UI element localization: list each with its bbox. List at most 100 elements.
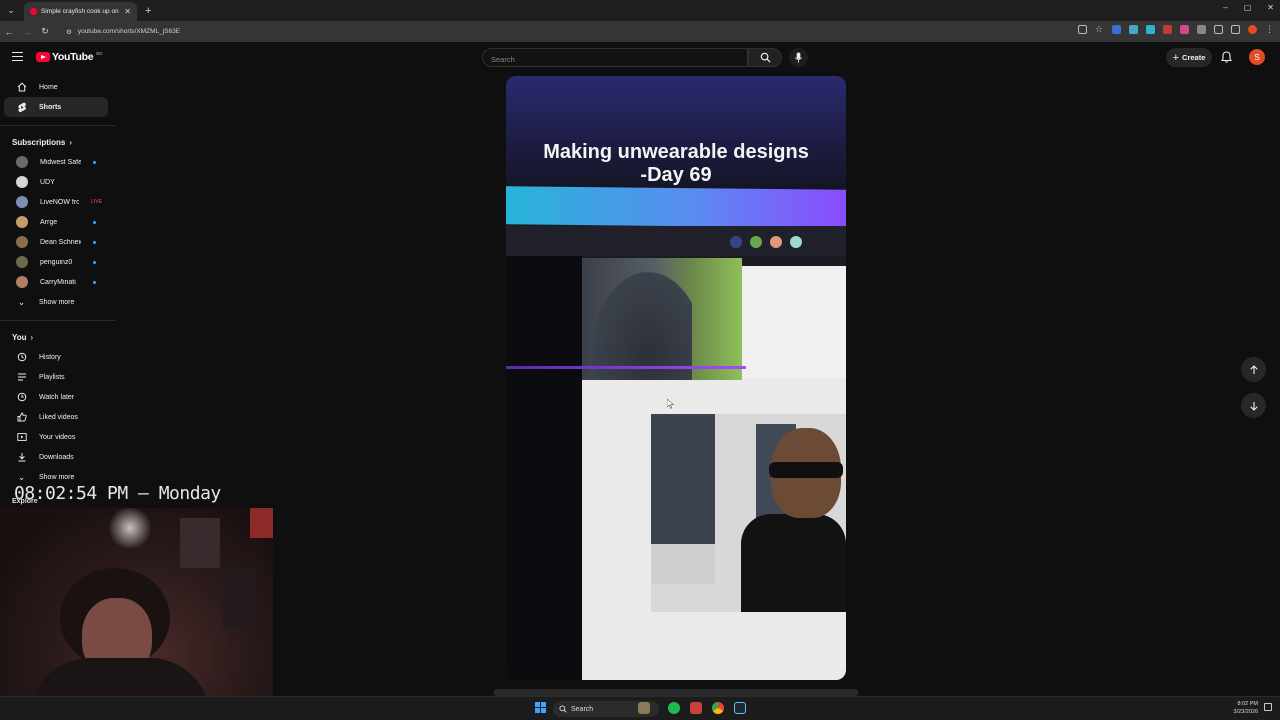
forward-arrow-icon[interactable]: → [18, 27, 36, 37]
bookmark-star-icon[interactable]: ☆ [1095, 25, 1104, 34]
sidebar-item-history[interactable]: History [4, 347, 108, 367]
search-box [482, 48, 748, 68]
new-tab-icon[interactable]: + [145, 5, 151, 17]
youtube-logo[interactable]: YouTube BD [36, 51, 103, 63]
chevron-down-icon: ⌄ [17, 296, 26, 307]
create-button[interactable]: + Create [1166, 48, 1212, 67]
notification-center-icon[interactable] [1264, 703, 1272, 711]
show-more-subscriptions-button[interactable]: ⌄ Show more [4, 292, 108, 312]
back-arrow-icon[interactable]: ← [0, 27, 18, 37]
extension-teal-icon[interactable] [1129, 25, 1138, 34]
windows-start-icon[interactable] [535, 702, 546, 713]
menu-dots-icon[interactable]: ⋮ [1265, 25, 1274, 34]
window-controls: – ▢ ✕ [1223, 3, 1274, 12]
page-scrollbar[interactable] [494, 689, 858, 696]
sidebar-item-playlists[interactable]: Playlists [4, 367, 108, 387]
browser-tab-bar: ⌄ Simple crayfish cook up on ✕ + – ▢ ✕ [0, 0, 1280, 21]
youtube-header: YouTube BD + Create S [0, 42, 1280, 72]
subscriptions-heading[interactable]: Subscriptions › [0, 132, 116, 152]
voice-search-button[interactable] [789, 48, 808, 67]
address-bar[interactable]: ⚙ youtube.com/shorts/XMZML_jS63E [60, 24, 1090, 39]
profile-icon[interactable] [1248, 25, 1257, 34]
tab-close-icon[interactable]: ✕ [124, 7, 131, 16]
sidebar-item-liked-videos[interactable]: Liked videos [4, 407, 108, 427]
maximize-button[interactable]: ▢ [1244, 3, 1252, 12]
taskbar-clock[interactable]: 8:02 PM 3/23/2026 [1234, 700, 1258, 716]
video-editor-header-bar [506, 186, 846, 228]
swatch-teal-icon [790, 236, 802, 248]
video-title-line-1: Making unwearable designs [543, 141, 809, 163]
microphone-icon [794, 52, 803, 63]
sidebar-icon[interactable] [1231, 25, 1240, 34]
close-window-button[interactable]: ✕ [1267, 3, 1274, 12]
video-overlay-title: Making unwearable designs -Day 69 [506, 141, 846, 187]
channel-avatar [16, 196, 28, 208]
extension-pink-icon[interactable] [1180, 25, 1189, 34]
taskbar-date: 3/23/2026 [1233, 709, 1258, 715]
sidebar-item-label: Your videos [39, 433, 76, 441]
next-short-button[interactable] [1241, 393, 1266, 418]
you-heading[interactable]: You › [0, 327, 116, 347]
sidebar-divider [0, 320, 116, 321]
logo-text: YouTube [52, 51, 94, 63]
hamburger-menu-icon[interactable] [12, 52, 23, 61]
arrow-up-icon [1249, 364, 1258, 374]
steam-icon[interactable] [734, 702, 746, 714]
site-info-icon[interactable]: ⚙ [66, 28, 72, 36]
sidebar-subscription-item[interactable]: LiveNOW from F... LIVE [4, 192, 108, 212]
sidebar-item-home[interactable]: Home [4, 77, 108, 97]
sidebar-item-downloads[interactable]: Downloads [4, 447, 108, 467]
shorts-video-player[interactable]: Making unwearable designs -Day 69 [506, 76, 846, 680]
widgets-icon[interactable] [638, 702, 650, 714]
notifications-button[interactable] [1220, 50, 1233, 68]
channel-name: CarryMinati [40, 278, 76, 286]
webcam-red-light [250, 508, 273, 538]
sidebar-subscription-item[interactable]: Midwest Safety [4, 152, 108, 172]
video-left-panel [506, 256, 582, 680]
extension-cyan-icon[interactable] [1146, 25, 1155, 34]
watch-later-icon [16, 392, 27, 403]
sidebar-item-your-videos[interactable]: Your videos [4, 427, 108, 447]
new-content-dot-icon [93, 280, 96, 284]
youtube-favicon-icon [30, 8, 37, 15]
channel-name: LiveNOW from F... [40, 198, 80, 206]
sidebar-subscription-item[interactable]: Dean Schneider [4, 232, 108, 252]
reload-icon[interactable]: ↻ [36, 26, 54, 37]
sidebar-subscription-item[interactable]: CarryMinati [4, 272, 108, 292]
browser-tab[interactable]: Simple crayfish cook up on ✕ [24, 2, 137, 21]
video-photo-suit [582, 258, 742, 380]
sidebar-item-watch-later[interactable]: Watch later [4, 387, 108, 407]
extensions-puzzle-icon[interactable] [1214, 25, 1223, 34]
chrome-icon[interactable] [712, 702, 724, 714]
video-photo-sunglasses [769, 462, 843, 478]
cast-icon[interactable] [1078, 25, 1087, 34]
minimize-button[interactable]: – [1223, 3, 1227, 12]
extension-gray-icon[interactable] [1197, 25, 1206, 34]
channel-avatar [16, 176, 28, 188]
sidebar-subscription-item[interactable]: Arrge [4, 212, 108, 232]
chevron-right-icon: › [30, 332, 34, 342]
history-icon [16, 352, 27, 363]
account-avatar[interactable]: S [1249, 49, 1265, 65]
playlists-icon [16, 372, 27, 383]
spotify-icon[interactable] [668, 702, 680, 714]
taskbar-time: 8:02 PM [1237, 701, 1258, 707]
sidebar-subscription-item[interactable]: UDY [4, 172, 108, 192]
extension-red-icon[interactable] [1163, 25, 1172, 34]
search-input[interactable] [483, 51, 747, 68]
extension-blue-icon[interactable] [1112, 25, 1121, 34]
previous-short-button[interactable] [1241, 357, 1266, 382]
sidebar-subscription-item[interactable]: penguinz0 [4, 252, 108, 272]
new-content-dot-icon [93, 220, 96, 224]
downloads-icon [16, 452, 27, 463]
sidebar-item-shorts[interactable]: Shorts [4, 97, 108, 117]
video-photo-suit-figure [582, 258, 692, 380]
channel-name: Arrge [40, 218, 58, 226]
search-button[interactable] [748, 48, 782, 67]
chevron-right-icon: › [69, 137, 73, 147]
tab-search-icon[interactable]: ⌄ [2, 2, 20, 20]
sidebar-item-label: Watch later [39, 393, 75, 401]
subscriptions-list: Midwest Safety UDY LiveNOW from F... LIVE Ar… [0, 152, 116, 292]
live-indicator-icon: LIVE [91, 199, 102, 205]
calendar-app-icon[interactable] [690, 702, 702, 714]
